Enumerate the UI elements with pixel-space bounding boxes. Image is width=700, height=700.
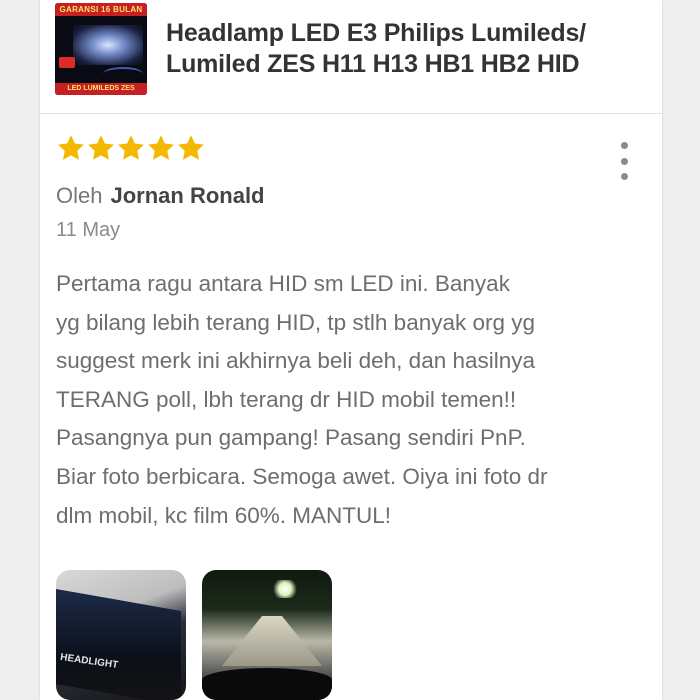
product-title[interactable]: Headlamp LED E3 Philips Lumileds/ Lumile… [166,18,646,80]
star-icon [116,133,146,163]
youtube-icon [59,57,75,68]
product-box-graphic [56,588,181,700]
dashboard-graphic [103,67,143,81]
star-icon [146,133,176,163]
star-icon [176,133,206,163]
review-byline: Oleh Jornan Ronald [56,182,265,210]
star-icon [56,133,86,163]
rating-stars [56,133,206,173]
review-photos: HEADLIGHT [56,570,332,700]
thumbnail-top-banner: GARANSI 16 BULAN [55,3,147,16]
star-icon [86,133,116,163]
car-hood-graphic [202,668,332,700]
light-glow [272,580,298,598]
road-graphic [222,616,322,666]
headlight-glow [73,25,143,65]
dot-icon [620,142,628,149]
product-thumbnail[interactable]: GARANSI 16 BULAN LED LUMILEDS ZES [55,3,147,95]
review-text: Pertama ragu antara HID sm LED ini. Bany… [56,271,548,528]
review-author[interactable]: Jornan Ronald [110,183,264,208]
dot-icon [620,173,628,180]
review-photo-2[interactable] [202,570,332,700]
product-header[interactable]: GARANSI 16 BULAN LED LUMILEDS ZES Headla… [40,0,662,114]
review-card: GARANSI 16 BULAN LED LUMILEDS ZES Headla… [40,0,662,700]
by-label: Oleh [56,183,103,208]
review-photo-1[interactable]: HEADLIGHT [56,570,186,700]
review-date: 11 May [56,219,121,241]
thumbnail-bottom-banner: LED LUMILEDS ZES [55,83,147,95]
more-options-icon[interactable] [612,142,636,180]
dot-icon [620,157,628,165]
